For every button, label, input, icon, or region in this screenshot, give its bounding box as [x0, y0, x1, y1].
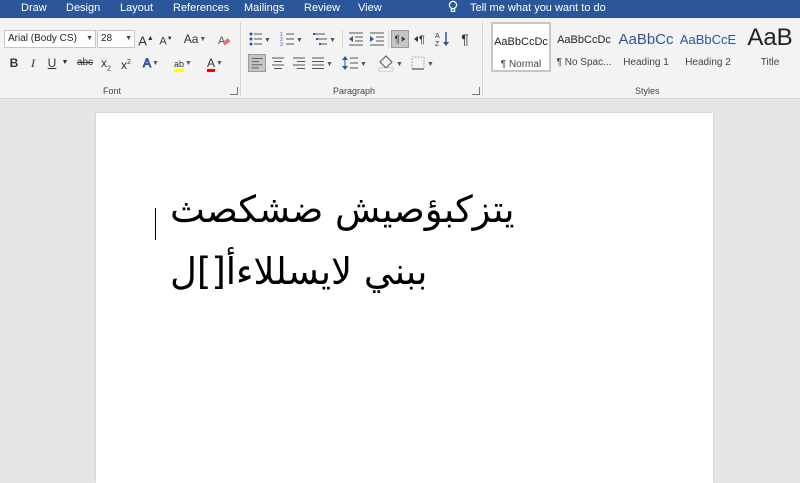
- style-title[interactable]: AaB Title: [740, 22, 800, 72]
- group-divider: [240, 22, 241, 96]
- document-line[interactable]: ببني لايسللاءأ[]ل: [170, 250, 427, 293]
- style-normal[interactable]: AaBbCcDc ¶ Normal: [491, 22, 551, 72]
- style-heading-2[interactable]: AaBbCcE Heading 2: [678, 22, 738, 72]
- svg-text:▼: ▼: [326, 61, 333, 68]
- highlighter-icon: ab: [174, 59, 185, 72]
- font-color-button[interactable]: A▼: [203, 54, 227, 72]
- align-left-icon[interactable]: [248, 54, 266, 72]
- style-name: Heading 1: [623, 57, 669, 68]
- style-sample: AaBbCcE: [679, 32, 737, 47]
- toolbar-divider: [342, 30, 343, 48]
- bold-button[interactable]: B: [7, 54, 21, 72]
- font-size-value: 28: [101, 33, 113, 44]
- svg-text:A: A: [435, 33, 440, 40]
- toolbar-divider: [388, 30, 389, 48]
- font-size-combo[interactable]: 28 ▼: [97, 30, 135, 48]
- style-sample: AaBbCcDc: [557, 34, 611, 46]
- align-right-icon[interactable]: [290, 54, 308, 72]
- text-effects-icon: A: [143, 56, 152, 71]
- strikethrough-button[interactable]: abc: [76, 54, 94, 72]
- svg-text:Z: Z: [435, 41, 440, 48]
- group-divider: [482, 22, 483, 96]
- grow-font-icon: A: [138, 33, 147, 49]
- bullets-icon[interactable]: ▼: [248, 30, 272, 48]
- tab-mailings[interactable]: Mailings: [244, 1, 284, 15]
- style-sample: AaBbCcDc: [494, 36, 548, 48]
- text-effects-button[interactable]: A▼: [140, 54, 162, 72]
- increase-indent-icon[interactable]: [368, 30, 386, 48]
- svg-text:▼: ▼: [427, 61, 434, 68]
- svg-text:▼: ▼: [360, 61, 367, 68]
- shrink-font-button[interactable]: A▼: [158, 30, 174, 48]
- tab-references[interactable]: References: [173, 1, 229, 15]
- change-case-button[interactable]: Aa▼: [181, 30, 209, 48]
- style-heading-1[interactable]: AaBbCc Heading 1: [616, 22, 676, 72]
- ribbon-tab-bar: Draw Design Layout References Mailings R…: [0, 0, 800, 18]
- svg-text:3: 3: [280, 42, 283, 48]
- tab-draw[interactable]: Draw: [21, 1, 47, 15]
- justify-icon[interactable]: ▼: [310, 54, 334, 72]
- borders-icon[interactable]: ▼: [410, 54, 436, 72]
- rtl-direction-icon[interactable]: ¶: [411, 30, 429, 48]
- eraser-icon: A: [218, 35, 231, 47]
- ribbon: Arial (Body CS) ▼ 28 ▼ A▲ A▼ Aa▼ A B I U…: [0, 18, 800, 99]
- highlight-button[interactable]: ab▼: [171, 54, 195, 72]
- style-name: ¶ Normal: [500, 59, 542, 70]
- align-center-icon[interactable]: [269, 54, 287, 72]
- superscript-button[interactable]: x2: [119, 54, 133, 72]
- style-name: ¶ No Spac...: [556, 57, 612, 68]
- line-spacing-icon[interactable]: ▼: [341, 54, 367, 72]
- style-no-spacing[interactable]: AaBbCcDc ¶ No Spac...: [554, 22, 614, 72]
- shading-icon[interactable]: ▼: [377, 54, 403, 72]
- multilevel-list-icon[interactable]: ▼: [313, 30, 337, 48]
- text-cursor: [155, 208, 156, 240]
- tab-view[interactable]: View: [358, 1, 382, 15]
- font-dialog-launcher-icon[interactable]: [230, 87, 238, 95]
- svg-text:▼: ▼: [296, 37, 303, 44]
- paragraph-dialog-launcher-icon[interactable]: [472, 87, 480, 95]
- svg-text:▼: ▼: [329, 37, 336, 44]
- subscript-button[interactable]: x2: [99, 54, 113, 72]
- styles-group-label: Styles: [635, 86, 660, 96]
- style-name: Title: [760, 57, 780, 68]
- change-case-icon: Aa: [183, 32, 199, 46]
- svg-text:¶: ¶: [395, 35, 400, 46]
- numbering-icon[interactable]: 123 ▼: [280, 30, 304, 48]
- document-page[interactable]: يتزكبؤصيش ضشكصث ببني لايسللاءأ[]ل: [96, 113, 713, 483]
- grow-font-button[interactable]: A▲: [138, 30, 154, 48]
- sort-icon[interactable]: AZ: [435, 30, 451, 48]
- document-line[interactable]: يتزكبؤصيش ضشكصث: [170, 188, 515, 231]
- tab-review[interactable]: Review: [304, 1, 340, 15]
- svg-text:¶: ¶: [419, 34, 425, 46]
- font-name-value: Arial (Body CS): [8, 33, 77, 44]
- clear-formatting-button[interactable]: A: [216, 30, 232, 48]
- paragraph-group-label: Paragraph: [333, 86, 376, 96]
- font-group-label: Font: [103, 86, 122, 96]
- tab-design[interactable]: Design: [66, 1, 100, 15]
- decrease-indent-icon[interactable]: [347, 30, 365, 48]
- underline-dropdown[interactable]: ▼: [60, 54, 70, 72]
- show-marks-icon[interactable]: ¶: [457, 30, 473, 48]
- chevron-down-icon: ▼: [86, 35, 93, 42]
- font-name-combo[interactable]: Arial (Body CS) ▼: [4, 30, 96, 48]
- ltr-direction-icon[interactable]: ¶: [391, 30, 409, 48]
- font-color-icon: A: [207, 56, 216, 72]
- shrink-font-icon: A: [159, 35, 167, 48]
- underline-button[interactable]: U: [45, 54, 59, 72]
- style-sample: AaB: [747, 24, 793, 51]
- tell-me-search[interactable]: Tell me what you want to do: [470, 1, 606, 15]
- style-name: Heading 2: [685, 57, 731, 68]
- svg-text:▼: ▼: [264, 37, 271, 44]
- italic-button[interactable]: I: [26, 54, 40, 72]
- chevron-down-icon: ▼: [125, 35, 132, 42]
- svg-text:▼: ▼: [396, 61, 403, 68]
- lightbulb-icon: [448, 0, 458, 12]
- style-sample: AaBbCc: [618, 31, 674, 48]
- tab-layout[interactable]: Layout: [120, 1, 153, 15]
